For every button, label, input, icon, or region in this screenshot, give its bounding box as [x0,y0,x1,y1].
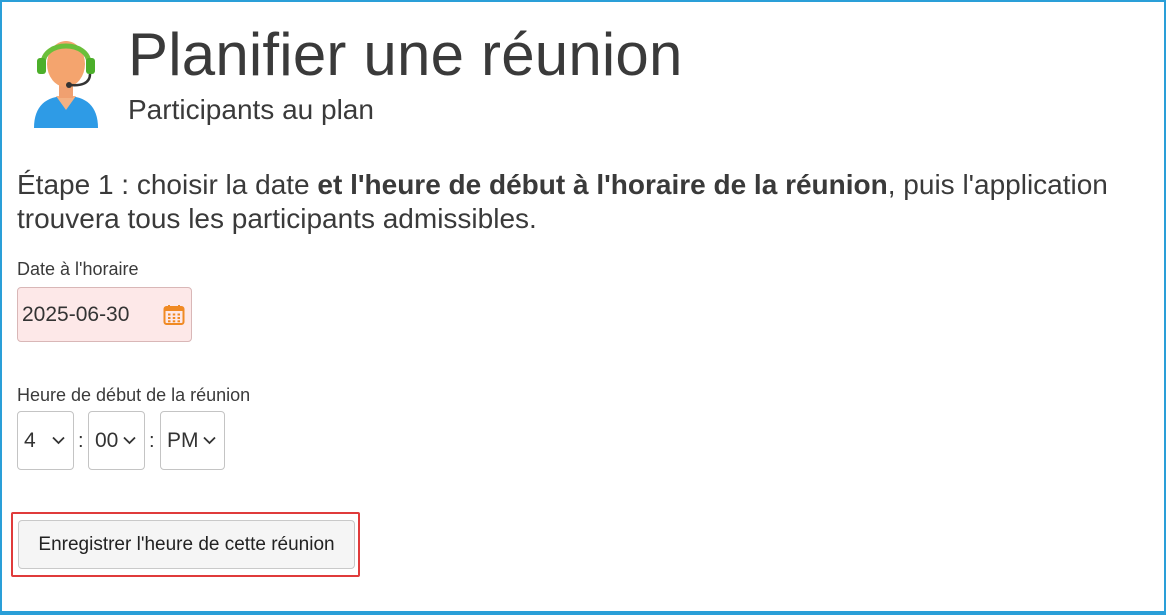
date-input-value: 2025-06-30 [22,302,130,326]
time-separator: : [149,430,155,452]
minute-select[interactable]: 00 [88,411,145,470]
page-subtitle: Participants au plan [128,94,374,125]
ampm-select-value: PM [167,428,199,452]
ampm-select[interactable]: PM [160,411,225,470]
minute-select-value: 00 [95,428,119,452]
step-text-prefix: Étape 1 : choisir la date [17,169,318,200]
date-input[interactable]: 2025-06-30 [17,287,192,342]
chevron-down-icon [52,436,65,445]
page-title: Planifier une réunion [128,21,683,88]
date-field-label: Date à l'horaire [17,259,139,279]
chevron-down-icon [203,436,216,445]
save-meeting-time-button[interactable]: Enregistrer l'heure de cette réunion [18,520,355,569]
step-text-bold: et l'heure de début à l'horaire de la ré… [317,169,888,200]
hour-select-value: 4 [24,428,36,452]
page-frame: Planifier une réunion Participants au pl… [0,0,1166,615]
save-button-highlight: Enregistrer l'heure de cette réunion [11,512,360,577]
calendar-icon[interactable] [162,303,186,327]
step-instructions: Étape 1 : choisir la date et l'heure de … [17,168,1152,236]
time-field-label: Heure de début de la réunion [17,385,251,405]
time-separator: : [78,430,84,452]
chevron-down-icon [123,436,136,445]
support-agent-headset-icon [34,41,98,128]
hour-select[interactable]: 4 [17,411,74,470]
